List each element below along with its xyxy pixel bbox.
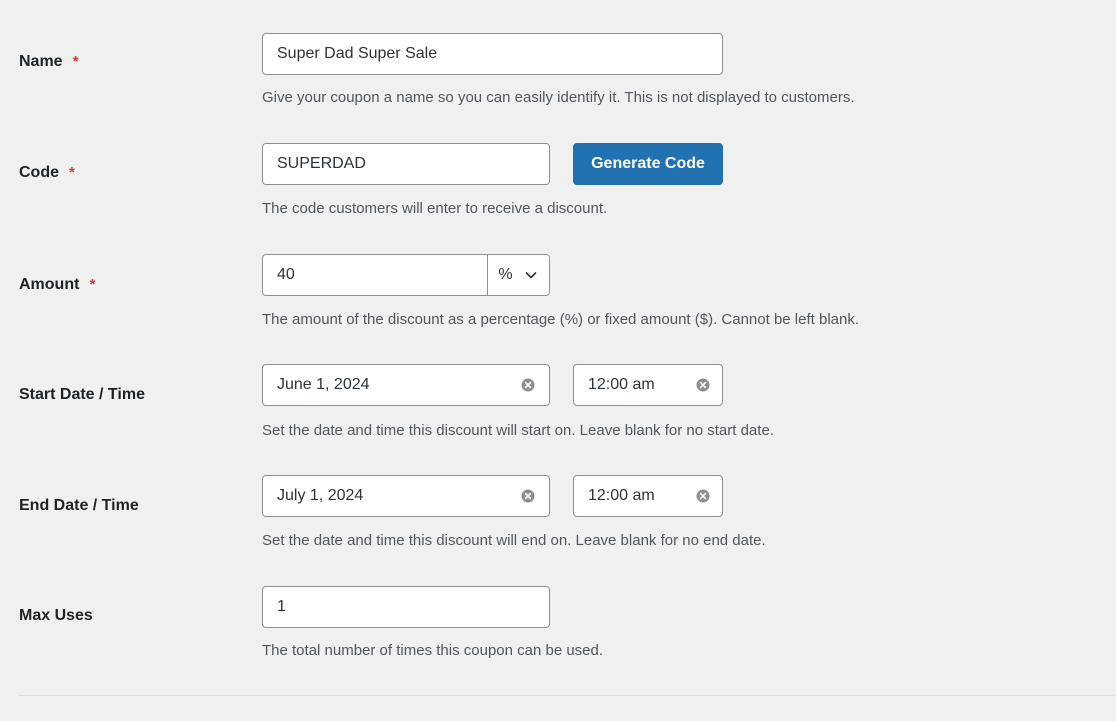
clear-circle-icon[interactable]: [520, 377, 536, 393]
start-date-value: June 1, 2024: [277, 376, 370, 393]
amount-type-value: %: [498, 266, 513, 283]
name-label-text: Name: [19, 53, 63, 70]
chevron-down-icon: [525, 272, 536, 279]
name-description: Give your coupon a name so you can easil…: [262, 89, 855, 106]
code-description: The code customers will enter to receive…: [262, 200, 608, 217]
end-date-input[interactable]: July 1, 2024: [262, 475, 550, 517]
name-label: Name *: [19, 52, 78, 72]
start-date-description: Set the date and time this discount will…: [262, 422, 774, 439]
required-indicator: *: [72, 53, 79, 70]
end-date-description: Set the date and time this discount will…: [262, 532, 766, 549]
amount-description: The amount of the discount as a percenta…: [262, 311, 860, 328]
max-uses-label: Max Uses: [19, 607, 93, 624]
generate-code-button[interactable]: Generate Code: [573, 143, 723, 185]
clear-circle-icon[interactable]: [695, 488, 711, 504]
amount-type-select[interactable]: %: [487, 255, 549, 295]
end-time-value: 12:00 am: [588, 487, 655, 504]
start-time-value: 12:00 am: [588, 376, 655, 393]
end-date-value: July 1, 2024: [277, 487, 364, 504]
max-uses-description: The total number of times this coupon ca…: [262, 642, 604, 659]
code-label-text: Code: [19, 164, 59, 181]
required-indicator: *: [69, 164, 75, 181]
start-date-input[interactable]: June 1, 2024: [262, 364, 550, 406]
amount-label-text: Amount: [19, 276, 80, 293]
clear-circle-icon[interactable]: [520, 488, 536, 504]
max-uses-input[interactable]: 1: [262, 586, 550, 628]
amount-field: 40 %: [262, 254, 550, 296]
amount-input[interactable]: 40: [277, 266, 295, 283]
name-input[interactable]: Super Dad Super Sale: [262, 33, 723, 75]
start-date-label: Start Date / Time: [19, 386, 145, 403]
code-input[interactable]: SUPERDAD: [262, 143, 550, 185]
amount-label: Amount *: [19, 275, 95, 295]
end-date-label: End Date / Time: [19, 497, 139, 514]
clear-circle-icon[interactable]: [695, 377, 711, 393]
end-time-input[interactable]: 12:00 am: [573, 475, 723, 517]
code-label: Code *: [19, 163, 75, 183]
required-indicator: *: [89, 276, 96, 293]
start-time-input[interactable]: 12:00 am: [573, 364, 723, 406]
section-divider: [19, 695, 1116, 696]
